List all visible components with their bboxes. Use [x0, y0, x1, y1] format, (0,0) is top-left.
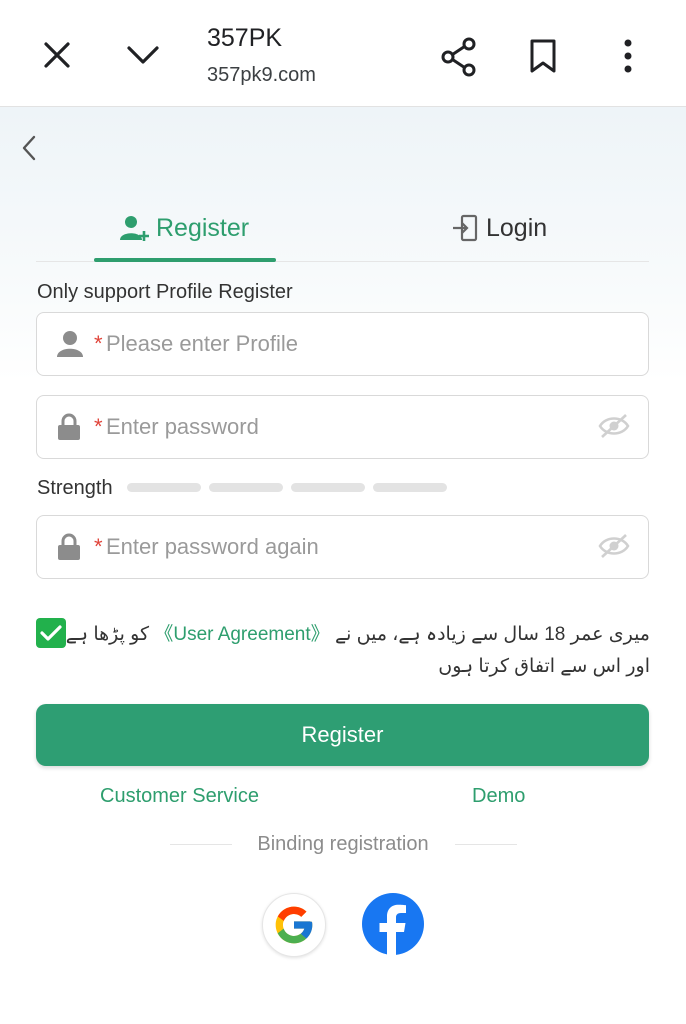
- facebook-icon: [362, 893, 424, 955]
- add-user-icon: [120, 214, 150, 242]
- agreement-text-line2: اور اس سے اتفاق کرتا ہوں: [438, 656, 650, 677]
- register-page: Register Login Only support Profile Regi…: [0, 107, 686, 1024]
- profile-field[interactable]: *: [36, 312, 649, 376]
- share-icon[interactable]: [440, 37, 478, 77]
- agreement-text: میری عمر 18 سال سے زیادہ ہے، میں نے 《Use…: [66, 619, 650, 646]
- page-title: 357PK: [207, 24, 283, 52]
- strength-bar: [209, 483, 283, 492]
- tab-register[interactable]: Register: [120, 195, 249, 261]
- strength-label: Strength: [37, 477, 113, 499]
- page-url[interactable]: 357pk9.com: [207, 64, 316, 87]
- back-icon[interactable]: [18, 133, 40, 168]
- user-icon: [57, 330, 83, 363]
- tab-login[interactable]: Login: [452, 195, 547, 261]
- password-again-field[interactable]: *: [36, 515, 649, 579]
- password-input[interactable]: [104, 406, 578, 448]
- tab-login-label: Login: [486, 213, 548, 242]
- close-icon[interactable]: [42, 40, 72, 70]
- register-button[interactable]: Register: [36, 704, 649, 766]
- register-hint: Only support Profile Register: [37, 281, 293, 303]
- agreement-text-before: میری عمر 18 سال سے زیادہ ہے، میں نے: [334, 624, 650, 645]
- user-agreement-link[interactable]: 《User Agreement》: [154, 624, 329, 645]
- google-icon: [272, 903, 316, 947]
- auth-tabs: Register Login: [36, 195, 649, 262]
- binding-registration-label: Binding registration: [257, 833, 429, 855]
- profile-input[interactable]: [104, 323, 578, 365]
- active-tab-indicator: [94, 258, 276, 262]
- lock-icon: [57, 413, 81, 446]
- demo-link[interactable]: Demo: [472, 785, 525, 808]
- tab-register-label: Register: [156, 213, 250, 242]
- lock-icon: [57, 533, 81, 566]
- strength-bar: [127, 483, 201, 492]
- customer-service-link[interactable]: Customer Service: [100, 785, 259, 808]
- chevron-down-icon[interactable]: [126, 42, 160, 68]
- browser-toolbar: 357PK 357pk9.com: [0, 0, 686, 107]
- eye-off-icon[interactable]: [598, 413, 630, 444]
- required-mark: *: [94, 414, 103, 439]
- divider-right: [455, 844, 517, 845]
- strength-bar: [291, 483, 365, 492]
- more-vertical-icon[interactable]: [621, 38, 635, 74]
- password-again-input[interactable]: [104, 526, 578, 568]
- required-mark: *: [94, 534, 103, 559]
- required-mark: *: [94, 331, 103, 356]
- eye-off-icon[interactable]: [598, 533, 630, 564]
- agreement-checkbox[interactable]: [36, 618, 66, 648]
- checkmark-icon: [40, 624, 62, 642]
- facebook-login-button[interactable]: [362, 893, 424, 955]
- google-login-button[interactable]: [262, 893, 326, 957]
- login-icon: [452, 214, 478, 242]
- bookmark-icon[interactable]: [529, 38, 557, 74]
- strength-bar: [373, 483, 447, 492]
- password-field[interactable]: *: [36, 395, 649, 459]
- agreement-text-after: کو پڑھا ہے: [65, 624, 150, 645]
